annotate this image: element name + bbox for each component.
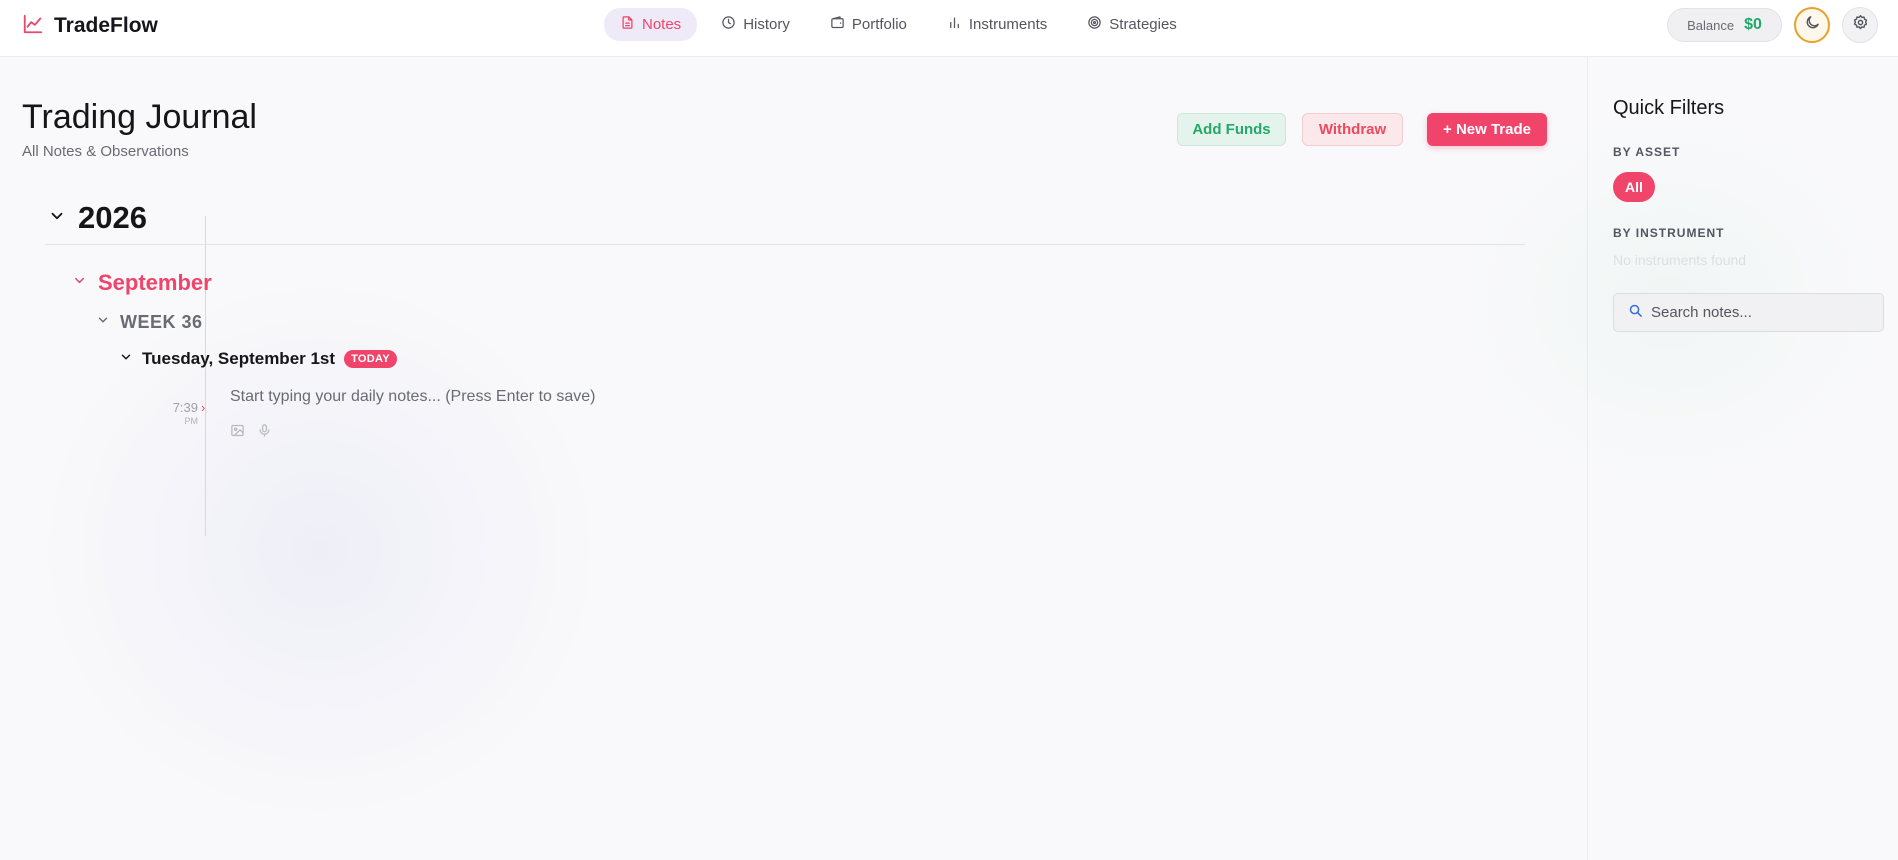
divider — [45, 244, 1525, 245]
note-tools — [230, 423, 272, 443]
main-nav: Notes History Portfolio Instruments Stra… — [604, 8, 1201, 41]
search-box[interactable] — [1613, 293, 1884, 332]
brand[interactable]: TradeFlow — [22, 12, 158, 40]
quick-filters-panel: Quick Filters BY ASSET All BY INSTRUMENT… — [1587, 57, 1898, 860]
nav-tab-label: Portfolio — [851, 16, 907, 33]
page-title: Trading Journal — [22, 98, 257, 136]
balance-label: Balance — [1687, 17, 1735, 33]
settings-button[interactable] — [1842, 7, 1878, 43]
microphone-icon[interactable] — [257, 423, 272, 443]
new-trade-button[interactable]: + New Trade — [1427, 113, 1547, 146]
year-toggle[interactable]: 2026 — [48, 200, 147, 236]
wallet-icon — [830, 15, 852, 34]
daily-note-input[interactable] — [230, 385, 930, 409]
week-heading: WEEK 36 — [120, 312, 203, 332]
note-time: 7:39 — [172, 400, 198, 415]
chevron-down-icon — [72, 273, 87, 293]
search-icon — [1628, 303, 1643, 323]
today-badge: TODAY — [344, 350, 397, 368]
nav-tab-portfolio[interactable]: Portfolio — [814, 8, 923, 41]
moon-icon — [1804, 14, 1821, 36]
month-toggle[interactable]: September — [72, 270, 212, 296]
nav-tab-label: Notes — [642, 16, 682, 33]
month-heading: September — [98, 270, 212, 295]
add-funds-button[interactable]: Add Funds — [1177, 113, 1286, 146]
nav-tab-label: Instruments — [968, 16, 1048, 33]
app-name: TradeFlow — [54, 14, 158, 37]
gear-icon — [1852, 14, 1869, 36]
quick-filters-title: Quick Filters — [1613, 97, 1725, 119]
chevron-down-icon — [96, 313, 110, 332]
search-notes-input[interactable] — [1651, 304, 1871, 321]
target-icon — [1087, 15, 1109, 34]
year-heading: 2026 — [78, 200, 147, 235]
day-heading: Tuesday, September 1st — [142, 349, 336, 368]
top-navigation-bar: TradeFlow Notes History Portfolio Instru… — [0, 0, 1898, 57]
by-asset-heading: BY ASSET — [1613, 145, 1681, 159]
nav-tab-label: Strategies — [1109, 16, 1177, 33]
note-timestamp: 7:39 PM — [160, 400, 198, 426]
chevron-down-icon — [119, 350, 133, 369]
chevron-right-icon: › — [201, 400, 206, 415]
theme-toggle-button[interactable] — [1794, 7, 1830, 43]
bar-chart-icon — [947, 15, 969, 34]
asset-chip-all[interactable]: All — [1613, 172, 1655, 202]
chart-line-icon — [22, 13, 44, 40]
withdraw-button[interactable]: Withdraw — [1302, 113, 1403, 146]
balance-pill[interactable]: Balance $0 — [1667, 8, 1782, 42]
nav-tab-history[interactable]: History — [705, 8, 806, 41]
nav-tab-notes[interactable]: Notes — [604, 8, 698, 41]
empty-instruments-text: No instruments found — [1613, 252, 1747, 268]
balance-value: $0 — [1744, 16, 1762, 33]
day-toggle[interactable]: Tuesday, September 1st TODAY — [119, 349, 397, 369]
chevron-down-icon — [48, 207, 66, 230]
document-icon — [620, 15, 642, 34]
week-toggle[interactable]: WEEK 36 — [96, 312, 203, 333]
by-instrument-heading: BY INSTRUMENT — [1613, 226, 1725, 240]
note-ampm: PM — [184, 416, 199, 426]
image-icon[interactable] — [230, 423, 245, 443]
clock-icon — [721, 15, 743, 34]
nav-tab-strategies[interactable]: Strategies — [1071, 8, 1193, 41]
page-subtitle: All Notes & Observations — [22, 143, 189, 160]
nav-tab-instruments[interactable]: Instruments — [931, 8, 1063, 41]
timeline-line — [205, 216, 206, 536]
nav-tab-label: History — [743, 16, 790, 33]
